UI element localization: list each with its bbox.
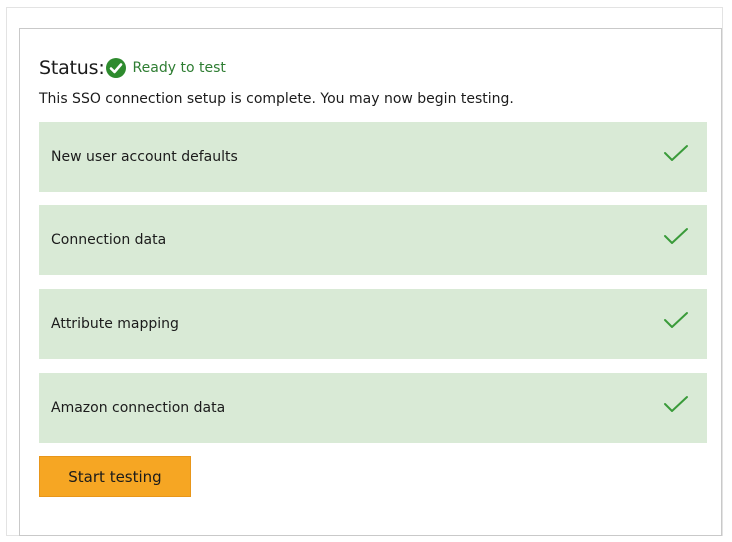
status-row: Status: Ready to test bbox=[39, 55, 226, 81]
start-testing-button[interactable]: Start testing bbox=[39, 456, 191, 497]
step-label: Amazon connection data bbox=[51, 400, 226, 416]
status-value: Ready to test bbox=[132, 60, 226, 76]
step-label: Connection data bbox=[51, 232, 167, 248]
checkmark-icon bbox=[664, 396, 688, 412]
checkmark-icon bbox=[664, 145, 688, 161]
step-label: Attribute mapping bbox=[51, 316, 179, 332]
step-amazon-connection-data: Amazon connection data bbox=[39, 373, 707, 443]
step-new-user-account-defaults: New user account defaults bbox=[39, 122, 707, 192]
step-label: New user account defaults bbox=[51, 149, 238, 165]
status-label: Status: bbox=[39, 57, 105, 79]
check-circle-icon bbox=[105, 57, 127, 79]
step-attribute-mapping: Attribute mapping bbox=[39, 289, 707, 359]
step-connection-data: Connection data bbox=[39, 205, 707, 275]
status-description: This SSO connection setup is complete. Y… bbox=[39, 91, 514, 107]
checkmark-icon bbox=[664, 312, 688, 328]
checkmark-icon bbox=[664, 228, 688, 244]
